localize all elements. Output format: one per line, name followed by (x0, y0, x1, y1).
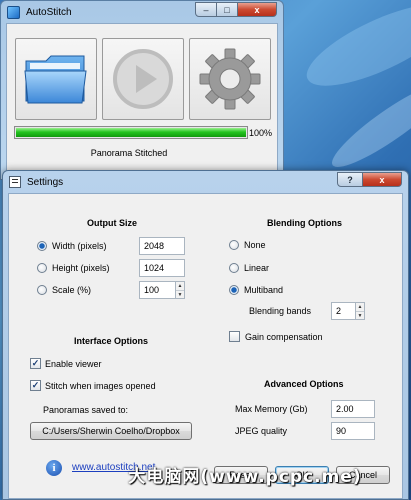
help-button[interactable]: ? (337, 172, 363, 187)
scale-input[interactable] (139, 281, 175, 299)
gain-compensation-checkbox[interactable] (229, 331, 240, 342)
blending-options-header: Blending Options (267, 218, 342, 228)
enable-viewer-label: Enable viewer (45, 358, 102, 369)
autostitch-app-icon (7, 5, 20, 19)
settings-window-icon (9, 176, 21, 188)
dialog-controls: ? x (337, 172, 402, 187)
jpeg-quality-input[interactable] (331, 422, 375, 440)
desktop-streak (324, 72, 411, 178)
gear-icon (199, 48, 261, 110)
gain-compensation-label: Gain compensation (245, 331, 323, 342)
blend-multiband-option[interactable]: Multiband (229, 285, 283, 295)
blending-bands-stepper[interactable]: ▲ ▼ (331, 302, 365, 320)
interface-options-header: Interface Options (74, 336, 149, 346)
max-memory-label: Max Memory (Gb) (235, 404, 308, 414)
stitch-when-opened-label: Stitch when images opened (45, 380, 156, 391)
scale-option[interactable]: Scale (%) (37, 285, 91, 295)
desktop-streak (296, 0, 411, 102)
spin-down-icon[interactable]: ▼ (176, 290, 184, 299)
play-icon (113, 49, 173, 109)
scale-spin-buttons[interactable]: ▲ ▼ (175, 281, 185, 299)
settings-titlebar[interactable]: Settings ? x (3, 171, 408, 193)
scale-label: Scale (%) (52, 285, 92, 295)
stitch-when-opened-checkbox[interactable]: ✓ (30, 380, 41, 391)
enable-viewer-option[interactable]: ✓ Enable viewer (30, 358, 102, 369)
stitch-button[interactable] (102, 38, 184, 120)
enable-viewer-checkbox[interactable]: ✓ (30, 358, 41, 369)
window-controls: – □ x (195, 2, 277, 17)
width-radio[interactable] (37, 241, 47, 251)
dialog-close-button[interactable]: x (362, 172, 402, 187)
height-radio[interactable] (37, 263, 47, 273)
advanced-options-header: Advanced Options (264, 379, 344, 389)
window-title: AutoStitch (26, 6, 72, 18)
height-input[interactable] (139, 259, 185, 277)
jpeg-quality-label: JPEG quality (235, 426, 288, 436)
folder-icon (24, 55, 87, 104)
panoramas-saved-to-label: Panoramas saved to: (43, 405, 129, 415)
progress-fill (16, 128, 246, 137)
close-button[interactable]: x (237, 2, 277, 17)
linear-radio[interactable] (229, 263, 239, 273)
save-path-button[interactable]: C:/Users/Sherwin Coelho/Dropbox (30, 422, 192, 440)
blending-bands-label: Blending bands (249, 306, 312, 316)
blending-bands-input[interactable] (331, 302, 355, 320)
settings-client: Output Size Width (pixels) Height (pixel… (8, 193, 403, 499)
settings-button[interactable] (189, 38, 271, 120)
autostitch-titlebar[interactable]: AutoStitch – □ x (1, 1, 283, 23)
linear-label: Linear (244, 263, 270, 273)
watermark-text: 大电脑网(www.pcpc.me) (128, 467, 362, 487)
stitch-progress-bar (14, 126, 248, 139)
scale-stepper[interactable]: ▲ ▼ (139, 281, 185, 299)
width-option[interactable]: Width (pixels) (37, 241, 107, 251)
none-label: None (244, 240, 266, 250)
spin-down-icon[interactable]: ▼ (356, 311, 364, 320)
blend-linear-option[interactable]: Linear (229, 263, 269, 273)
open-images-button[interactable] (15, 38, 97, 120)
status-text: Panorama Stitched (90, 148, 168, 158)
bands-spin-buttons[interactable]: ▲ ▼ (355, 302, 365, 320)
spin-up-icon[interactable]: ▲ (356, 303, 364, 311)
blend-none-option[interactable]: None (229, 240, 266, 250)
autostitch-client: 100% Panorama Stitched (6, 23, 278, 179)
max-memory-input[interactable] (331, 400, 375, 418)
none-radio[interactable] (229, 240, 239, 250)
progress-percent: 100% (249, 128, 273, 138)
minimize-button[interactable]: – (195, 2, 217, 17)
scale-radio[interactable] (37, 285, 47, 295)
multiband-radio[interactable] (229, 285, 239, 295)
autostitch-window: AutoStitch – □ x 100% Panorama Stitched (0, 0, 284, 180)
dialog-title: Settings (27, 176, 64, 188)
height-label: Height (pixels) (52, 263, 110, 273)
settings-dialog: Settings ? x Output Size Width (pixels) … (2, 170, 409, 500)
maximize-button[interactable]: □ (216, 2, 238, 17)
width-label: Width (pixels) (52, 241, 107, 251)
height-option[interactable]: Height (pixels) (37, 263, 110, 273)
multiband-label: Multiband (244, 285, 284, 295)
width-input[interactable] (139, 237, 185, 255)
output-size-header: Output Size (87, 218, 137, 228)
info-icon: i (46, 460, 62, 476)
gain-compensation-option[interactable]: Gain compensation (229, 331, 323, 342)
stitch-when-opened-option[interactable]: ✓ Stitch when images opened (30, 380, 156, 391)
spin-up-icon[interactable]: ▲ (176, 282, 184, 290)
